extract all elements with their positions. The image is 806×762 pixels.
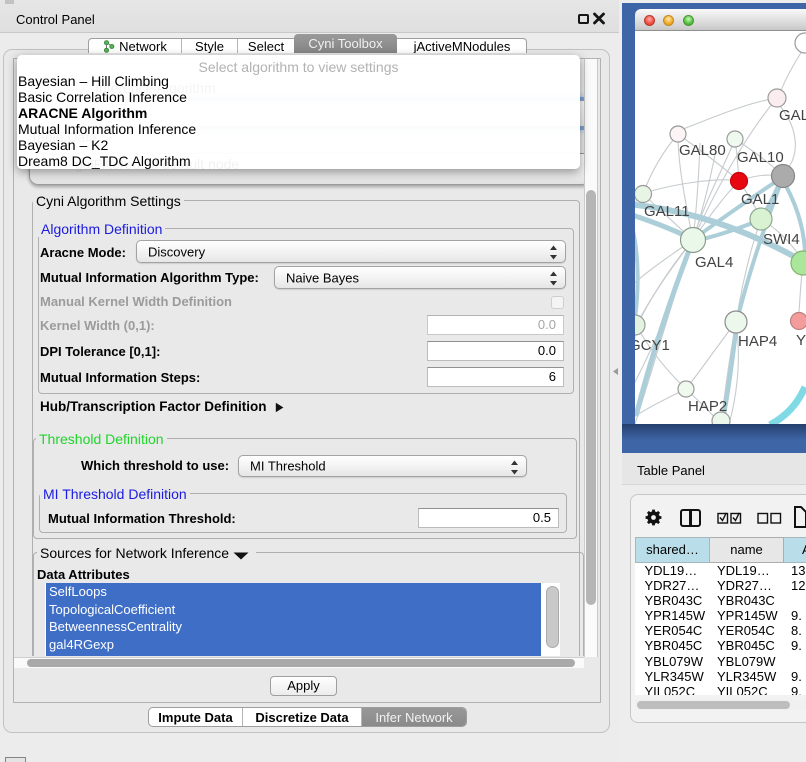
svg-text:GAL4: GAL4 (695, 254, 733, 271)
svg-text:GAL80: GAL80 (679, 142, 726, 159)
svg-text:HAP2: HAP2 (688, 398, 727, 415)
svg-text:GAL2: GAL2 (779, 107, 806, 124)
svg-text:YMR: YMR (796, 332, 806, 349)
svg-text:HAP4: HAP4 (738, 333, 777, 350)
svg-text:GAL1: GAL1 (741, 191, 779, 208)
svg-text:GAL10: GAL10 (737, 149, 784, 166)
svg-text:SWI4: SWI4 (763, 231, 800, 248)
svg-text:GAL11: GAL11 (644, 203, 690, 220)
svg-text:GCY1: GCY1 (635, 337, 670, 354)
